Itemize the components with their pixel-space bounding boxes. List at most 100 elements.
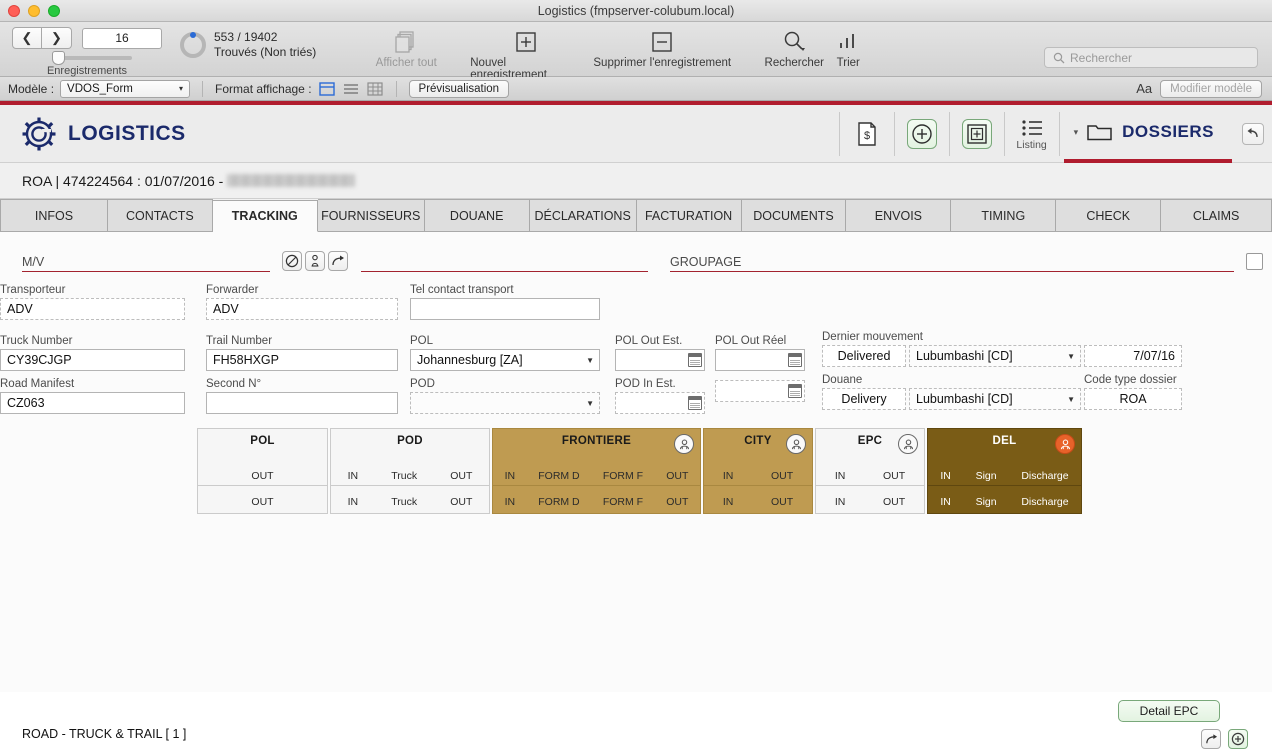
detail-epc-button[interactable]: Detail EPC (1118, 700, 1220, 722)
tab-facturation[interactable]: FACTURATION (636, 199, 742, 231)
toolbar-divider-2 (395, 80, 397, 97)
milestone-sub-label: IN (834, 496, 846, 508)
new-record-button[interactable]: Nouvel enregistrement (470, 28, 582, 81)
milestone-pod[interactable]: POD IN Truck OUT (330, 428, 490, 486)
transporteur-input[interactable]: ADV (0, 298, 185, 320)
no-entry-button[interactable] (282, 251, 302, 271)
gear-logo-icon (22, 117, 56, 150)
previous-record-button[interactable]: ❮ (12, 27, 42, 49)
tab-dclarations[interactable]: DÉCLARATIONS (529, 199, 637, 231)
milestone-sub-row: IN OUT (816, 470, 924, 482)
view-as-form-button[interactable] (318, 81, 336, 97)
mv-field[interactable]: M/V (22, 250, 270, 272)
mv-secondary-field[interactable] (361, 250, 648, 272)
milestone-subheader-epc: IN OUT (815, 486, 925, 514)
milestone-sub-label: OUT (450, 496, 473, 508)
show-all-button[interactable]: Afficher tout (358, 28, 454, 69)
milestone-city[interactable]: CITY IN OUT (703, 428, 813, 486)
milestone-avatar-icon[interactable] (1055, 434, 1075, 454)
calendar-icon[interactable] (688, 396, 702, 410)
tab-timing[interactable]: TIMING (951, 199, 1057, 231)
douane-status[interactable]: Delivery (822, 388, 906, 410)
tab-claims[interactable]: CLAIMS (1161, 199, 1272, 231)
douane-group: Douane Delivery Lubumbashi [CD] ▼ Code t… (822, 374, 1182, 410)
milestone-sub-label: OUT (882, 470, 906, 482)
milestone-title: POD (397, 435, 423, 447)
chevron-down-icon[interactable]: ▾ (1074, 127, 1079, 138)
layout-select[interactable]: VDOS_Form ▾ (60, 79, 191, 98)
forwarder-input[interactable]: ADV (206, 298, 398, 320)
tab-documents[interactable]: DOCUMENTS (741, 199, 847, 231)
code-type-dossier-value[interactable]: ROA (1084, 388, 1182, 410)
pol-select[interactable]: Johannesburg [ZA] ▼ (410, 349, 600, 371)
preview-button[interactable]: Prévisualisation (408, 79, 510, 98)
milestone-del[interactable]: DEL IN Sign Discharge (927, 428, 1082, 486)
road-manifest-input[interactable]: CZ063 (0, 392, 185, 414)
tab-check[interactable]: CHECK (1056, 199, 1162, 231)
quick-find-input[interactable]: Rechercher (1044, 47, 1258, 68)
milestone-sub-row: IN FORM D FORM F OUT (493, 496, 700, 508)
pod-select[interactable]: ▼ (410, 392, 600, 414)
tab-douane[interactable]: DOUANE (424, 199, 530, 231)
forward-row-button[interactable] (1201, 729, 1221, 749)
calendar-icon[interactable] (688, 353, 702, 367)
trail-number-input[interactable]: FH58HXGP (206, 349, 398, 371)
milestone-avatar-icon[interactable] (786, 434, 806, 454)
tab-bar: INFOS CONTACTS TRACKING FOURNISSEURS DOUANE D… (0, 199, 1272, 232)
milestone-avatar-icon[interactable] (898, 434, 918, 454)
quick-find-placeholder: Rechercher (1070, 50, 1133, 65)
pol-out-est-input[interactable] (615, 349, 705, 371)
add-record-button[interactable] (895, 105, 949, 163)
view-as-table-button[interactable] (366, 81, 384, 97)
tab-infos[interactable]: INFOS (0, 199, 108, 231)
groupage-field[interactable]: GROUPAGE (670, 250, 1234, 272)
sort-button[interactable]: Trier (826, 28, 870, 69)
dernier-mouvement-status[interactable]: Delivered (822, 345, 906, 367)
view-as-list-button[interactable] (342, 81, 360, 97)
calendar-icon[interactable] (788, 384, 802, 398)
find-label: Rechercher (764, 57, 824, 69)
found-set-pie-icon (180, 32, 206, 58)
tab-tracking[interactable]: TRACKING (212, 200, 318, 232)
section-tab-dossiers[interactable]: ▾ DOSSIERS (1063, 105, 1232, 163)
second-no-label: Second N° (206, 378, 262, 390)
calendar-icon[interactable] (788, 353, 802, 367)
pol-out-reel-input[interactable] (715, 349, 805, 371)
truck-number-input[interactable]: CY39CJGP (0, 349, 185, 371)
milestone-epc[interactable]: EPC IN OUT (815, 428, 925, 486)
record-slider[interactable] (52, 51, 132, 65)
pod-in-est-input[interactable] (615, 392, 705, 414)
tab-contacts[interactable]: CONTACTS (107, 199, 213, 231)
listing-button[interactable]: Listing (1005, 105, 1059, 163)
pawn-button[interactable] (305, 251, 325, 271)
tab-fournisseurs[interactable]: FOURNISSEURS (317, 199, 425, 231)
search-icon (781, 28, 807, 56)
milestone-frontiere[interactable]: FRONTIERE IN FORM D FORM F OUT (492, 428, 701, 486)
tab-envois[interactable]: ENVOIS (846, 199, 952, 231)
tab-label: DOUANE (449, 208, 504, 223)
text-size-icon[interactable]: Aa (1136, 81, 1152, 96)
next-record-button[interactable]: ❯ (42, 27, 72, 49)
undo-button[interactable] (1242, 123, 1264, 145)
milestone-pol[interactable]: POL OUT (197, 428, 328, 486)
groupage-checkbox[interactable] (1246, 252, 1263, 270)
find-button[interactable]: Rechercher (764, 28, 824, 69)
forward-button[interactable] (328, 251, 348, 271)
second-no-input[interactable] (206, 392, 398, 414)
dernier-mouvement-date[interactable]: 7/07/16 (1084, 345, 1182, 367)
header-divider-5 (1058, 112, 1060, 156)
dernier-mouvement-place[interactable]: Lubumbashi [CD] ▼ (909, 345, 1081, 367)
tel-contact-input[interactable] (410, 298, 600, 320)
invoice-button[interactable]: $ (840, 105, 894, 163)
pod-in-est-label: POD In Est. (615, 378, 676, 390)
milestone-avatar-icon[interactable] (674, 434, 694, 454)
pod-in-reel-input[interactable] (715, 380, 805, 402)
duplicate-record-button[interactable] (950, 105, 1004, 163)
record-slider-knob[interactable] (52, 51, 65, 65)
record-number-input[interactable]: 16 (82, 27, 162, 49)
edit-layout-button[interactable]: Modifier modèle (1160, 79, 1262, 98)
delete-record-button[interactable]: Supprimer l'enregistrement (592, 28, 732, 69)
add-row-button[interactable] (1228, 729, 1248, 749)
douane-place[interactable]: Lubumbashi [CD] ▼ (909, 388, 1081, 410)
milestone-subheader-pod: IN Truck OUT (330, 486, 490, 514)
